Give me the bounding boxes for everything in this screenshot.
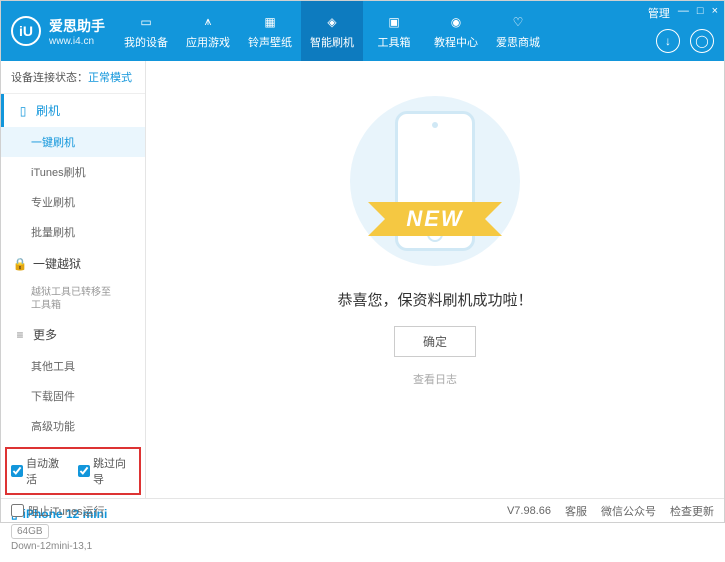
jailbreak-note: 越狱工具已转移至 工具箱 xyxy=(1,280,145,318)
connection-status: 设备连接状态：正常模式 xyxy=(1,61,145,94)
update-link[interactable]: 检查更新 xyxy=(670,503,714,519)
nav-ringtone[interactable]: ▦铃声壁纸 xyxy=(239,1,301,61)
sidebar-group-flash[interactable]: ▯ 刷机 xyxy=(1,94,145,127)
nav-apps[interactable]: ⩚应用游戏 xyxy=(177,1,239,61)
logo: iU 爱思助手 www.i4.cn xyxy=(11,16,105,47)
checkbox-skip-wizard[interactable]: 跳过向导 xyxy=(78,455,135,487)
maximize-button[interactable]: □ xyxy=(697,5,704,21)
success-illustration: NEW xyxy=(325,91,545,271)
sidebar-item-batch-flash[interactable]: 批量刷机 xyxy=(1,217,145,247)
sidebar-group-jailbreak[interactable]: 🔒 一键越狱 xyxy=(1,247,145,280)
window-controls: 管理 — □ × xyxy=(648,5,718,21)
storage-badge: 64GB xyxy=(11,524,49,539)
device-icon: ▭ xyxy=(137,13,155,31)
new-ribbon: NEW xyxy=(388,202,481,236)
device-model: Down-12mini-13,1 xyxy=(11,541,135,552)
download-button[interactable]: ↓ xyxy=(656,29,680,53)
service-link[interactable]: 客服 xyxy=(565,503,587,519)
view-log-link[interactable]: 查看日志 xyxy=(413,371,457,387)
minimize-button[interactable]: — xyxy=(678,5,689,21)
menu-icon: ≡ xyxy=(13,328,27,342)
app-url: www.i4.cn xyxy=(49,36,105,47)
checkbox-block-itunes[interactable]: 阻止iTunes运行 xyxy=(11,503,105,519)
success-message: 恭喜您，保资料刷机成功啦！ xyxy=(337,289,532,310)
ringtone-icon: ▦ xyxy=(261,13,279,31)
sidebar-item-download-firmware[interactable]: 下载固件 xyxy=(1,381,145,411)
sidebar-item-other-tools[interactable]: 其他工具 xyxy=(1,351,145,381)
main-nav: ▭我的设备 ⩚应用游戏 ▦铃声壁纸 ◈智能刷机 ▣工具箱 ◉教程中心 ♡爱思商城 xyxy=(115,1,549,61)
app-title: 爱思助手 xyxy=(49,16,105,36)
close-button[interactable]: × xyxy=(712,5,718,21)
sidebar: 设备连接状态：正常模式 ▯ 刷机 一键刷机 iTunes刷机 专业刷机 批量刷机… xyxy=(1,61,146,498)
title-bar: iU 爱思助手 www.i4.cn ▭我的设备 ⩚应用游戏 ▦铃声壁纸 ◈智能刷… xyxy=(1,1,724,61)
nav-toolbox[interactable]: ▣工具箱 xyxy=(363,1,425,61)
tutorial-icon: ◉ xyxy=(447,13,465,31)
main-panel: NEW 恭喜您，保资料刷机成功啦！ 确定 查看日志 xyxy=(146,61,724,498)
sidebar-group-more[interactable]: ≡ 更多 xyxy=(1,318,145,351)
manage-button[interactable]: 管理 xyxy=(648,5,670,21)
nav-shop[interactable]: ♡爱思商城 xyxy=(487,1,549,61)
nav-my-device[interactable]: ▭我的设备 xyxy=(115,1,177,61)
wechat-link[interactable]: 微信公众号 xyxy=(601,503,656,519)
ok-button[interactable]: 确定 xyxy=(394,326,476,357)
flash-icon: ◈ xyxy=(323,13,341,31)
sidebar-item-advanced[interactable]: 高级功能 xyxy=(1,411,145,441)
user-button[interactable]: ◯ xyxy=(690,29,714,53)
checkbox-auto-activate[interactable]: 自动激活 xyxy=(11,455,68,487)
nav-tutorial[interactable]: ◉教程中心 xyxy=(425,1,487,61)
sidebar-item-pro-flash[interactable]: 专业刷机 xyxy=(1,187,145,217)
logo-icon: iU xyxy=(11,16,41,46)
phone-icon: ▯ xyxy=(16,104,30,118)
apps-icon: ⩚ xyxy=(199,13,217,31)
shop-icon: ♡ xyxy=(509,13,527,31)
nav-flash[interactable]: ◈智能刷机 xyxy=(301,1,363,61)
toolbox-icon: ▣ xyxy=(385,13,403,31)
version-label: V7.98.66 xyxy=(507,505,551,517)
sidebar-item-itunes-flash[interactable]: iTunes刷机 xyxy=(1,157,145,187)
sidebar-item-oneclick-flash[interactable]: 一键刷机 xyxy=(1,127,145,157)
lock-icon: 🔒 xyxy=(13,257,27,271)
checkbox-highlight: 自动激活 跳过向导 xyxy=(5,447,141,495)
